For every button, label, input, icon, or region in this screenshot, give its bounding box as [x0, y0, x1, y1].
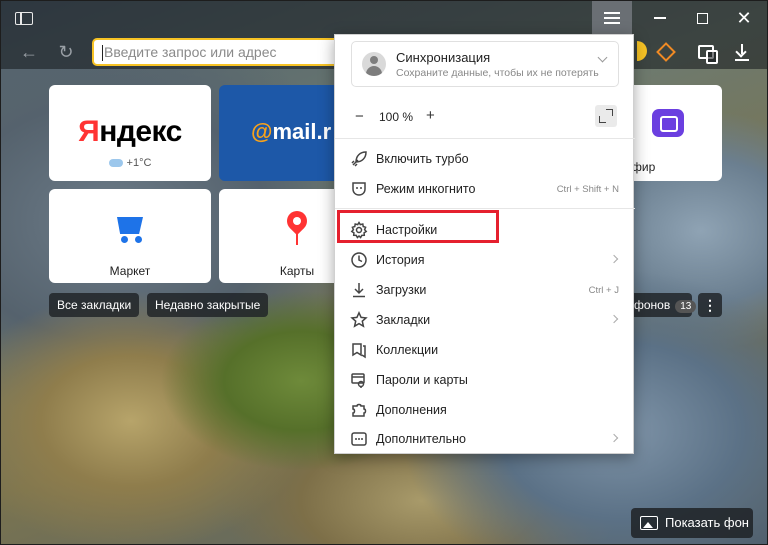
menu-item-passwords[interactable]: Пароли и карты	[335, 365, 635, 395]
more-dots-icon	[349, 429, 369, 449]
cloud-icon	[108, 159, 123, 167]
sync-subtitle: Сохраните данные, чтобы их не потерять	[396, 67, 599, 79]
tile-efir[interactable]: фир	[632, 85, 722, 181]
tile-label: Карты	[279, 264, 315, 278]
chevron-right-icon	[609, 254, 619, 264]
close-icon: ✕	[736, 7, 752, 28]
weather-widget: +1°C	[49, 157, 211, 169]
incognito-icon	[349, 179, 369, 199]
download-icon	[349, 280, 369, 300]
menu-item-collections[interactable]: Коллекции	[335, 335, 635, 365]
show-background-label: Показать фон	[665, 515, 749, 530]
download-icon[interactable]	[729, 40, 755, 64]
menu-divider	[335, 138, 635, 139]
sidebar-toggle-icon[interactable]	[13, 9, 35, 27]
backgrounds-label: фонов	[634, 298, 671, 312]
efir-icon	[652, 109, 684, 137]
zoom-level: 100 %	[379, 110, 414, 124]
menu-item-shortcut: Ctrl + J	[588, 285, 619, 296]
menu-item-history[interactable]: История	[335, 245, 635, 275]
puzzle-icon	[349, 400, 369, 420]
backgrounds-count-badge: 13	[675, 300, 697, 313]
sync-card[interactable]: Синхронизация Сохраните данные, чтобы их…	[351, 41, 619, 87]
show-background-button[interactable]: Показать фон	[631, 508, 753, 538]
menu-item-label: Дополнительно	[376, 432, 466, 446]
menu-item-label: Включить турбо	[376, 152, 469, 166]
menu-item-downloads[interactable]: Загрузки Ctrl + J	[335, 275, 635, 305]
zoom-controls: − 100 % +	[335, 101, 635, 135]
tile-maps[interactable]: Карты	[219, 189, 335, 283]
maximize-icon	[696, 12, 708, 24]
menu-item-label: Загрузки	[376, 283, 427, 297]
menu-item-label: Закладки	[376, 313, 431, 327]
menu-item-bookmarks[interactable]: Закладки	[335, 305, 635, 335]
recently-closed-button[interactable]: Недавно закрытые	[147, 293, 269, 317]
menu-button[interactable]	[592, 1, 632, 35]
fullscreen-icon[interactable]	[595, 105, 617, 127]
avatar	[362, 52, 386, 76]
zoom-out-button[interactable]: −	[355, 108, 364, 125]
alice-icon[interactable]	[653, 40, 679, 64]
menu-item-label: Режим инкогнито	[376, 182, 476, 196]
sync-title: Синхронизация	[396, 50, 491, 65]
maximize-button[interactable]	[681, 1, 723, 35]
zoom-in-button[interactable]: +	[426, 107, 435, 124]
menu-divider	[335, 208, 635, 209]
chevron-down-icon	[597, 52, 608, 63]
menu-item-label: История	[376, 253, 425, 267]
text-caret	[102, 45, 103, 61]
chevron-right-icon	[609, 314, 619, 324]
menu-item-more[interactable]: Дополнительно	[335, 424, 635, 454]
menu-item-label: Дополнения	[376, 403, 447, 417]
menu-item-extensions[interactable]: Дополнения	[335, 395, 635, 425]
backgrounds-button[interactable]: фонов 13	[632, 293, 697, 317]
tile-label: Маркет	[109, 264, 151, 278]
mail-ru-logo: @mail.r	[251, 119, 332, 144]
menu-item-incognito[interactable]: Режим инкогнито Ctrl + Shift + N	[335, 174, 635, 204]
tile-label: фир	[632, 160, 656, 174]
collections-icon	[349, 340, 369, 360]
main-menu-dropdown: Синхронизация Сохраните данные, чтобы их…	[334, 34, 635, 454]
reload-icon[interactable]: ↻	[55, 41, 77, 63]
all-bookmarks-button[interactable]: Все закладки	[49, 293, 140, 317]
menu-icon	[604, 12, 620, 24]
weather-temperature: +1°C	[126, 157, 152, 169]
tile-mail-ru[interactable]: @mail.r	[219, 85, 335, 181]
image-icon	[640, 516, 658, 530]
tile-market[interactable]: Маркет	[49, 189, 211, 283]
browser-window: ✕ ← ↻ Введите запрос или адрес Яндекс +1…	[0, 0, 768, 545]
cart-icon	[113, 214, 147, 244]
address-bar[interactable]: Введите запрос или адрес	[92, 38, 352, 66]
menu-item-turbo[interactable]: Включить турбо	[335, 144, 635, 174]
clock-icon	[349, 250, 369, 270]
more-options-icon[interactable]: ⋮	[698, 293, 722, 317]
minimize-icon	[654, 17, 666, 19]
rocket-icon	[349, 149, 369, 169]
yandex-logo: Яндекс	[78, 115, 182, 148]
menu-item-label: Коллекции	[376, 343, 439, 357]
star-icon	[349, 310, 369, 330]
menu-item-label: Пароли и карты	[376, 373, 468, 387]
settings-highlight-box	[337, 210, 499, 243]
tile-yandex[interactable]: Яндекс +1°C	[49, 85, 211, 181]
key-card-icon	[349, 370, 369, 390]
address-placeholder: Введите запрос или адрес	[104, 44, 277, 60]
chevron-right-icon	[609, 433, 619, 443]
close-button[interactable]: ✕	[723, 1, 765, 35]
collections-icon[interactable]	[693, 40, 719, 64]
back-arrow-icon[interactable]: ←	[18, 41, 40, 63]
menu-item-shortcut: Ctrl + Shift + N	[556, 184, 619, 195]
minimize-button[interactable]	[639, 1, 681, 35]
title-bar: ✕	[1, 1, 767, 35]
